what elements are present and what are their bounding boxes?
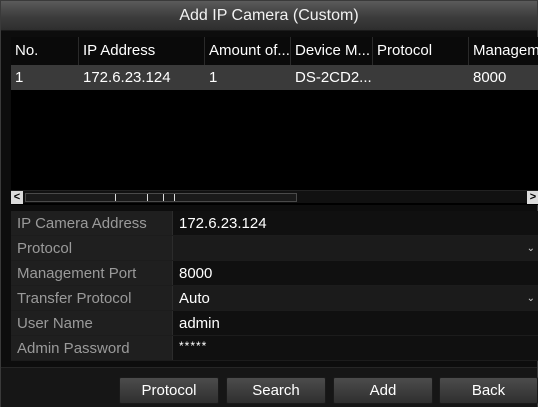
scroll-tick xyxy=(115,194,116,201)
form-row-protocol: Protocol ⌄ xyxy=(11,236,538,261)
search-button[interactable]: Search xyxy=(226,377,326,404)
back-button[interactable]: Back xyxy=(439,377,538,404)
admin-password-field[interactable]: ***** xyxy=(173,336,538,360)
cell-no: 1 xyxy=(15,69,24,86)
camera-settings-form: IP Camera Address 172.6.23.124 Protocol … xyxy=(11,211,538,361)
cell-device-model: DS-2CD2... xyxy=(295,69,372,86)
column-header-no[interactable]: No. xyxy=(11,37,79,65)
form-row-management-port: Management Port 8000 xyxy=(11,261,538,286)
column-header-management-port[interactable]: Managem xyxy=(469,37,538,65)
management-port-label: Management Port xyxy=(11,261,173,285)
protocol-select[interactable]: ⌄ xyxy=(173,236,538,260)
form-row-transfer-protocol: Transfer Protocol Auto ⌄ xyxy=(11,286,538,311)
table-row[interactable]: 1 172.6.23.124 1 DS-2CD2... 8000 xyxy=(11,65,538,90)
chevron-down-icon: ⌄ xyxy=(526,293,535,304)
button-bar: Protocol Search Add Back xyxy=(1,367,538,407)
form-row-admin-password: Admin Password ***** xyxy=(11,336,538,361)
horizontal-scrollbar[interactable]: < > xyxy=(11,190,538,204)
management-port-field[interactable]: 8000 xyxy=(173,261,538,285)
scroll-left-icon[interactable]: < xyxy=(11,191,23,204)
column-header-amount[interactable]: Amount of... xyxy=(205,37,291,65)
cell-protocol xyxy=(373,65,469,90)
scroll-right-icon[interactable]: > xyxy=(527,191,538,204)
transfer-protocol-select-value: Auto xyxy=(179,290,210,307)
column-header-device-model[interactable]: Device M... xyxy=(291,37,373,65)
add-button[interactable]: Add xyxy=(333,377,433,404)
cell-ip-address: 172.6.23.124 xyxy=(83,69,171,86)
form-row-user-name: User Name admin xyxy=(11,311,538,336)
cell-management-port: 8000 xyxy=(473,69,507,86)
user-name-label: User Name xyxy=(11,311,173,335)
user-name-field[interactable]: admin xyxy=(173,311,538,335)
table-header: No. IP Address Amount of... Device M... … xyxy=(11,37,538,65)
add-ip-camera-dialog: Add IP Camera (Custom) No. IP Address Am… xyxy=(0,0,538,407)
scrollbar-thumb[interactable] xyxy=(25,193,297,202)
ip-address-field[interactable]: 172.6.23.124 xyxy=(173,211,538,235)
scroll-tick xyxy=(163,194,164,201)
column-header-ip-address[interactable]: IP Address xyxy=(79,37,205,65)
protocol-button[interactable]: Protocol xyxy=(119,377,219,404)
cell-amount: 1 xyxy=(209,69,218,86)
camera-table: No. IP Address Amount of... Device M... … xyxy=(11,37,538,205)
scroll-tick xyxy=(174,194,175,201)
column-header-protocol[interactable]: Protocol xyxy=(373,37,469,65)
form-row-ip-address: IP Camera Address 172.6.23.124 xyxy=(11,211,538,236)
protocol-label: Protocol xyxy=(11,236,173,260)
transfer-protocol-label: Transfer Protocol xyxy=(11,286,173,310)
ip-address-label: IP Camera Address xyxy=(11,211,173,235)
admin-password-mask: ***** xyxy=(179,339,208,353)
scroll-tick xyxy=(147,194,148,201)
chevron-down-icon: ⌄ xyxy=(526,243,535,254)
admin-password-label: Admin Password xyxy=(11,336,173,360)
transfer-protocol-select[interactable]: Auto ⌄ xyxy=(173,286,538,310)
dialog-title: Add IP Camera (Custom) xyxy=(1,1,537,31)
